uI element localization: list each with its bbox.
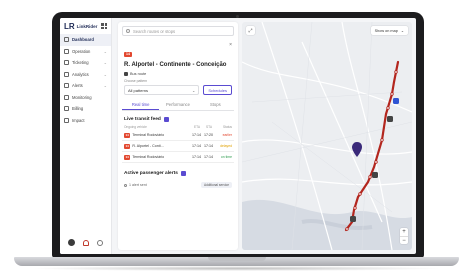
bus-marker [372, 172, 378, 178]
pattern-row: All patterns ⌄ Schedules [124, 85, 232, 95]
leaf-icon [64, 117, 69, 123]
star-icon [64, 37, 69, 43]
pattern-select[interactable]: All patterns ⌄ [124, 85, 200, 95]
pulse-icon [64, 94, 69, 100]
bus-marker [350, 216, 356, 222]
stop-panel: Search routes or stops 14 × R. Alportel … [118, 22, 238, 250]
pattern-label: Choose pattern [124, 79, 148, 83]
route-tag: 14 [124, 51, 132, 57]
sidebar-item-monitoring[interactable]: Monitoring [60, 92, 111, 104]
alert-icon [64, 83, 69, 89]
map-pin-icon [352, 142, 362, 157]
panel-tabs: Real time Performance Stops [122, 100, 234, 111]
map-canvas [242, 22, 412, 250]
sidebar-footer [68, 239, 103, 246]
avatar[interactable] [68, 239, 75, 246]
alert-row[interactable]: 1 alert sent Additional service [122, 180, 234, 190]
table-row[interactable]: 14 R. Alportel - Conti… 17:14 17:14 dela… [122, 141, 234, 152]
stop-title: R. Alportel - Continente - Conceição [124, 62, 227, 68]
sidebar-item-operation[interactable]: Operation ⌄ [60, 46, 111, 58]
status-badge: on time [220, 155, 232, 159]
sidebar-item-dashboard[interactable]: Dashboard [60, 34, 111, 46]
bus-markers [350, 98, 399, 222]
chevron-down-icon: ⌄ [400, 29, 404, 33]
tab-stops[interactable]: Stops [197, 100, 234, 110]
live-feed-title: Live transit feed [118, 111, 238, 122]
chevron-down-icon: ⌄ [191, 87, 196, 93]
tab-real-time[interactable]: Real time [122, 100, 160, 110]
bell-icon[interactable] [83, 239, 89, 246]
help-icon[interactable] [97, 239, 103, 246]
table-row[interactable]: 14 Terminal Rodoviário 17:14 17:20 earli… [122, 130, 234, 141]
logo[interactable]: LR LinkRider [60, 18, 111, 34]
bus-marker [387, 116, 393, 122]
search-input[interactable]: Search routes or stops [122, 26, 234, 36]
sidebar: LR LinkRider Dashboard Operation ⌄ Ticket… [60, 18, 112, 254]
schedules-button[interactable]: Schedules [203, 85, 232, 95]
close-icon[interactable]: × [229, 42, 232, 48]
laptop-frame: LR LinkRider Dashboard Operation ⌄ Ticket… [0, 0, 473, 276]
tab-performance[interactable]: Performance [159, 100, 196, 110]
alert-pill: Additional service [201, 182, 232, 188]
app-grid-icon[interactable] [101, 23, 107, 29]
bus-icon [64, 48, 69, 54]
alerts-title: Active passenger alerts [118, 163, 238, 176]
feed-table: 14 Terminal Rodoviário 17:14 17:20 earli… [118, 130, 238, 163]
bus-marker [393, 98, 399, 104]
chevron-down-icon: ⌄ [103, 48, 107, 54]
sidebar-item-alerts[interactable]: Alerts ⌄ [60, 80, 111, 92]
logo-mark: LR [64, 21, 75, 31]
app-screen: LR LinkRider Dashboard Operation ⌄ Ticket… [60, 18, 416, 254]
billing-icon [64, 106, 69, 112]
bus-icon [124, 72, 128, 76]
info-icon [124, 183, 127, 187]
feed-icon[interactable] [163, 117, 169, 122]
sidebar-item-impact[interactable]: Impact [60, 115, 111, 127]
chevron-down-icon: ⌄ [103, 71, 107, 77]
chevron-down-icon: ⌄ [103, 60, 107, 66]
table-header: Ongoing vehicle ETA STA Status [124, 125, 232, 129]
logo-text: LinkRider [76, 23, 98, 29]
ticket-icon [64, 60, 69, 66]
show-on-map-dropdown[interactable]: Show on map ⌄ [370, 26, 408, 35]
expand-icon[interactable]: ⤢ [246, 26, 255, 35]
stop-header: 14 × R. Alportel - Continente - Conceiçã… [118, 40, 238, 95]
chart-icon [64, 71, 69, 77]
search-icon [126, 29, 130, 33]
bus-route-row: Bus route [124, 72, 232, 76]
chevron-down-icon: ⌄ [103, 83, 107, 89]
sidebar-nav: Dashboard Operation ⌄ Ticketing ⌄ Analytic… [60, 34, 111, 126]
laptop-shadow [30, 266, 443, 271]
map-view[interactable]: ⤢ Show on map ⌄ + − [242, 22, 412, 250]
alert-icon[interactable] [180, 171, 186, 176]
zoom-controls: + − [400, 228, 408, 244]
sidebar-item-analytics[interactable]: Analytics ⌄ [60, 69, 111, 81]
status-badge: delayed [220, 144, 232, 148]
sidebar-item-ticketing[interactable]: Ticketing ⌄ [60, 57, 111, 69]
sidebar-item-billing[interactable]: Billing [60, 103, 111, 115]
status-badge: earlier [222, 133, 232, 137]
table-row[interactable]: 14 Terminal Rodoviário 17:14 17:14 on ti… [122, 152, 234, 163]
zoom-out-button[interactable]: − [400, 236, 408, 244]
laptop-notch [208, 257, 266, 261]
zoom-in-button[interactable]: + [400, 228, 408, 236]
